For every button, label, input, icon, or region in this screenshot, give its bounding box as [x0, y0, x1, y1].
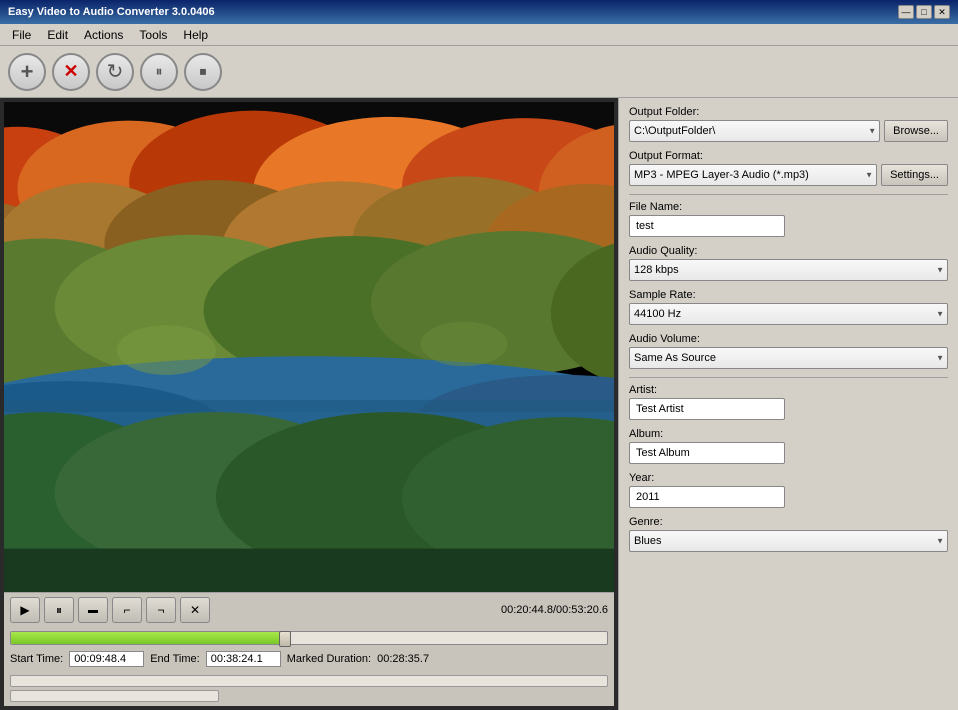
pause-toolbar-button[interactable]: ⏸ [140, 53, 178, 91]
menu-help[interactable]: Help [175, 26, 216, 44]
artist-label: Artist: [629, 384, 948, 396]
settings-button[interactable]: Settings... [881, 164, 948, 186]
output-folder-row: C:\OutputFolder\ Browse... [629, 120, 948, 142]
divider-1 [629, 194, 948, 195]
output-folder-select[interactable]: C:\OutputFolder\ [629, 120, 880, 142]
pause-ctrl-icon: ⏸ [56, 603, 62, 618]
close-button[interactable]: ✕ [934, 5, 950, 19]
sample-rate-select-wrapper: 8000 Hz 11025 Hz 22050 Hz 44100 Hz 48000… [629, 303, 948, 325]
genre-select-wrapper: Blues Classical Country Electronic Folk … [629, 530, 948, 552]
menu-tools[interactable]: Tools [131, 26, 175, 44]
remove-icon: ✕ [63, 61, 78, 82]
artist-input[interactable] [629, 398, 785, 420]
marked-duration-label: Marked Duration: [287, 653, 371, 665]
pause-toolbar-icon: ⏸ [156, 63, 163, 80]
convert-button[interactable]: ↻ [96, 53, 134, 91]
genre-label: Genre: [629, 516, 948, 528]
year-label: Year: [629, 472, 948, 484]
bottom-bars [4, 673, 614, 706]
maximize-button[interactable]: □ [916, 5, 932, 19]
genre-group: Genre: Blues Classical Country Electroni… [629, 516, 948, 552]
album-label: Album: [629, 428, 948, 440]
frame-button[interactable]: ▬ [78, 597, 108, 623]
audio-volume-label: Audio Volume: [629, 333, 948, 345]
end-time-input[interactable] [206, 651, 281, 667]
stop-icon: ⏹ [200, 63, 207, 80]
play-button[interactable]: ▶ [10, 597, 40, 623]
menu-actions[interactable]: Actions [76, 26, 131, 44]
audio-volume-select[interactable]: Same As Source 50% 75% 100% 125% 150% 20… [629, 347, 948, 369]
menu-file[interactable]: File [4, 26, 39, 44]
minimize-button[interactable]: — [898, 5, 914, 19]
artist-group: Artist: [629, 384, 948, 420]
time-display: 00:20:44.8/00:53:20.6 [501, 604, 608, 616]
convert-icon: ↻ [107, 59, 124, 84]
progress-track[interactable] [10, 631, 608, 645]
bottom-bar-full[interactable] [10, 675, 608, 687]
sample-rate-group: Sample Rate: 8000 Hz 11025 Hz 22050 Hz 4… [629, 289, 948, 325]
menu-bar: File Edit Actions Tools Help [0, 24, 958, 46]
left-panel: ▶ ⏸ ▬ ⌐ ¬ ✕ 00:20:44.8/00:53:20.6 [0, 98, 618, 710]
output-format-row: MP3 - MPEG Layer-3 Audio (*.mp3) WAV - W… [629, 164, 948, 186]
menu-edit[interactable]: Edit [39, 26, 76, 44]
output-format-select[interactable]: MP3 - MPEG Layer-3 Audio (*.mp3) WAV - W… [629, 164, 877, 186]
progress-container [4, 627, 614, 647]
start-time-input[interactable] [69, 651, 144, 667]
filename-label: File Name: [629, 201, 948, 213]
toolbar: + ✕ ↻ ⏸ ⏹ [0, 46, 958, 98]
pause-ctrl-button[interactable]: ⏸ [44, 597, 74, 623]
clear-marks-icon: ✕ [190, 603, 200, 617]
mark-end-button[interactable]: ¬ [146, 597, 176, 623]
browse-button[interactable]: Browse... [884, 120, 948, 142]
sample-rate-label: Sample Rate: [629, 289, 948, 301]
audio-quality-label: Audio Quality: [629, 245, 948, 257]
right-panel: Output Folder: C:\OutputFolder\ Browse..… [618, 98, 958, 710]
stop-button[interactable]: ⏹ [184, 53, 222, 91]
window-title: Easy Video to Audio Converter 3.0.0406 [8, 6, 215, 18]
remove-button[interactable]: ✕ [52, 53, 90, 91]
audio-volume-group: Audio Volume: Same As Source 50% 75% 100… [629, 333, 948, 369]
progress-thumb[interactable] [279, 631, 291, 647]
mark-start-button[interactable]: ⌐ [112, 597, 142, 623]
title-bar: Easy Video to Audio Converter 3.0.0406 —… [0, 0, 958, 24]
genre-select[interactable]: Blues Classical Country Electronic Folk … [629, 530, 948, 552]
album-group: Album: [629, 428, 948, 464]
audio-quality-group: Audio Quality: 64 kbps 96 kbps 128 kbps … [629, 245, 948, 281]
sample-rate-select[interactable]: 8000 Hz 11025 Hz 22050 Hz 44100 Hz 48000… [629, 303, 948, 325]
video-preview [4, 102, 614, 592]
output-folder-label: Output Folder: [629, 106, 948, 118]
frame-icon: ▬ [88, 605, 98, 616]
add-button[interactable]: + [8, 53, 46, 91]
output-format-group: Output Format: MP3 - MPEG Layer-3 Audio … [629, 150, 948, 186]
year-input[interactable] [629, 486, 785, 508]
play-icon: ▶ [20, 603, 29, 617]
main-content: ▶ ⏸ ▬ ⌐ ¬ ✕ 00:20:44.8/00:53:20.6 [0, 98, 958, 710]
output-folder-select-wrapper: C:\OutputFolder\ [629, 120, 880, 142]
audio-quality-select[interactable]: 64 kbps 96 kbps 128 kbps 192 kbps 256 kb… [629, 259, 948, 281]
mark-start-icon: ⌐ [123, 603, 130, 617]
mark-end-icon: ¬ [157, 603, 164, 617]
controls-bar: ▶ ⏸ ▬ ⌐ ¬ ✕ 00:20:44.8/00:53:20.6 [4, 592, 614, 627]
filename-group: File Name: [629, 201, 948, 237]
marked-duration-value: 00:28:35.7 [377, 653, 429, 665]
add-icon: + [21, 59, 34, 85]
start-time-label: Start Time: [10, 653, 63, 665]
output-format-select-wrapper: MP3 - MPEG Layer-3 Audio (*.mp3) WAV - W… [629, 164, 877, 186]
progress-fill [11, 632, 285, 644]
divider-2 [629, 377, 948, 378]
audio-volume-select-wrapper: Same As Source 50% 75% 100% 125% 150% 20… [629, 347, 948, 369]
bottom-bar-partial[interactable] [10, 690, 219, 702]
output-format-label: Output Format: [629, 150, 948, 162]
end-time-label: End Time: [150, 653, 200, 665]
filename-input[interactable] [629, 215, 785, 237]
output-folder-group: Output Folder: C:\OutputFolder\ Browse..… [629, 106, 948, 142]
album-input[interactable] [629, 442, 785, 464]
clear-marks-button[interactable]: ✕ [180, 597, 210, 623]
title-bar-buttons: — □ ✕ [898, 5, 950, 19]
video-landscape-svg [4, 102, 614, 592]
year-group: Year: [629, 472, 948, 508]
audio-quality-select-wrapper: 64 kbps 96 kbps 128 kbps 192 kbps 256 kb… [629, 259, 948, 281]
time-fields: Start Time: End Time: Marked Duration: 0… [4, 647, 614, 673]
